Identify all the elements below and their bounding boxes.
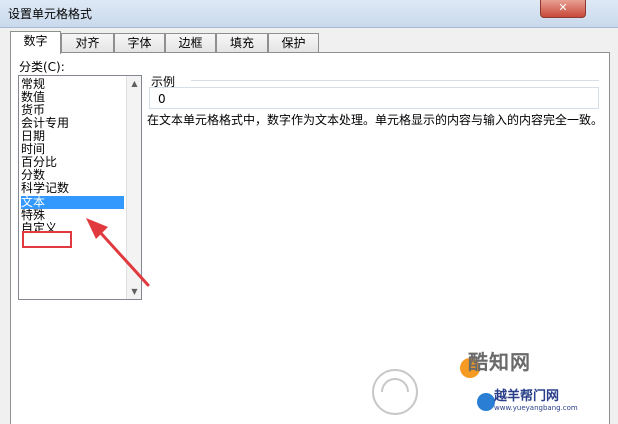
- annotation-arrow-icon: [86, 218, 150, 287]
- watermark-logo-icon: [372, 369, 418, 415]
- watermark-site-name: 越羊帮门网: [494, 389, 560, 404]
- watermark-brand: 酷知网: [468, 350, 531, 374]
- watermark-site-url: www.yueyangbang.com: [494, 404, 578, 412]
- tab-number[interactable]: 数字: [10, 31, 61, 54]
